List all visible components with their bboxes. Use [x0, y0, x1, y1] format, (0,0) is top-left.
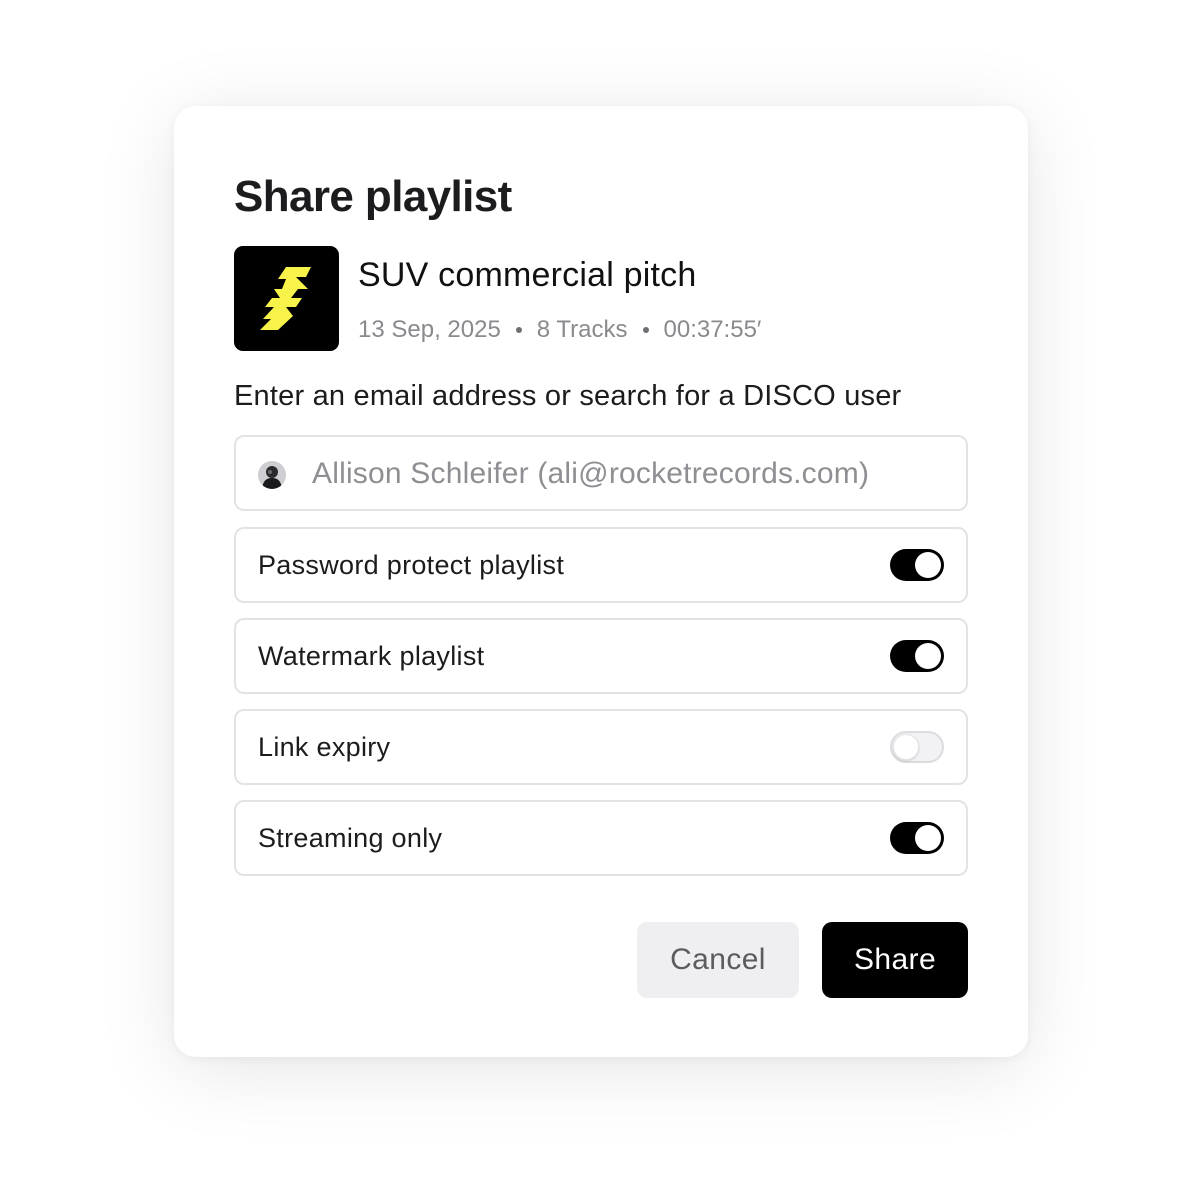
- separator-dot: [642, 327, 649, 333]
- option-streaming-only: Streaming only: [234, 800, 968, 876]
- playlist-summary: SUV commercial pitch 13 Sep, 2025 8 Trac…: [234, 246, 974, 352]
- option-label: Link expiry: [258, 732, 391, 762]
- playlist-track-count: 8 Tracks: [536, 316, 628, 343]
- option-link-expiry: Link expiry: [234, 709, 968, 785]
- avatar-image: [258, 461, 286, 489]
- playlist-meta: 13 Sep, 2025 8 Tracks 00:37:55′: [358, 316, 761, 344]
- share-button[interactable]: Share: [822, 922, 968, 998]
- dialog-title: Share playlist: [234, 172, 512, 221]
- playlist-date: 13 Sep, 2025: [358, 316, 501, 343]
- user-avatar: [258, 461, 286, 489]
- recipient-search-input[interactable]: Allison Schleifer (ali@rocketrecords.com…: [234, 435, 968, 511]
- cancel-button[interactable]: Cancel: [637, 922, 799, 998]
- streaming-only-toggle[interactable]: [890, 822, 944, 854]
- link-expiry-toggle[interactable]: [890, 731, 944, 763]
- password-protect-toggle[interactable]: [890, 549, 944, 581]
- lightning-bolt-icon: [260, 267, 311, 330]
- playlist-cover: [234, 246, 339, 351]
- watermark-toggle[interactable]: [890, 640, 944, 672]
- playlist-duration: 00:37:55′: [663, 316, 762, 343]
- toggle-knob: [893, 734, 919, 760]
- option-watermark: Watermark playlist: [234, 618, 968, 694]
- toggle-knob: [915, 552, 941, 578]
- recipient-value: Allison Schleifer (ali@rocketrecords.com…: [312, 457, 870, 490]
- share-prompt: Enter an email address or search for a D…: [234, 380, 902, 412]
- toggle-knob: [915, 643, 941, 669]
- toggle-knob: [915, 825, 941, 851]
- playlist-name: SUV commercial pitch: [358, 256, 697, 294]
- option-label: Streaming only: [258, 823, 443, 853]
- share-playlist-dialog: Share playlist SUV commercial pitch 13 S…: [174, 106, 1028, 1057]
- separator-dot: [515, 327, 522, 333]
- option-label: Watermark playlist: [258, 641, 485, 671]
- option-label: Password protect playlist: [258, 550, 565, 580]
- option-password-protect: Password protect playlist: [234, 527, 968, 603]
